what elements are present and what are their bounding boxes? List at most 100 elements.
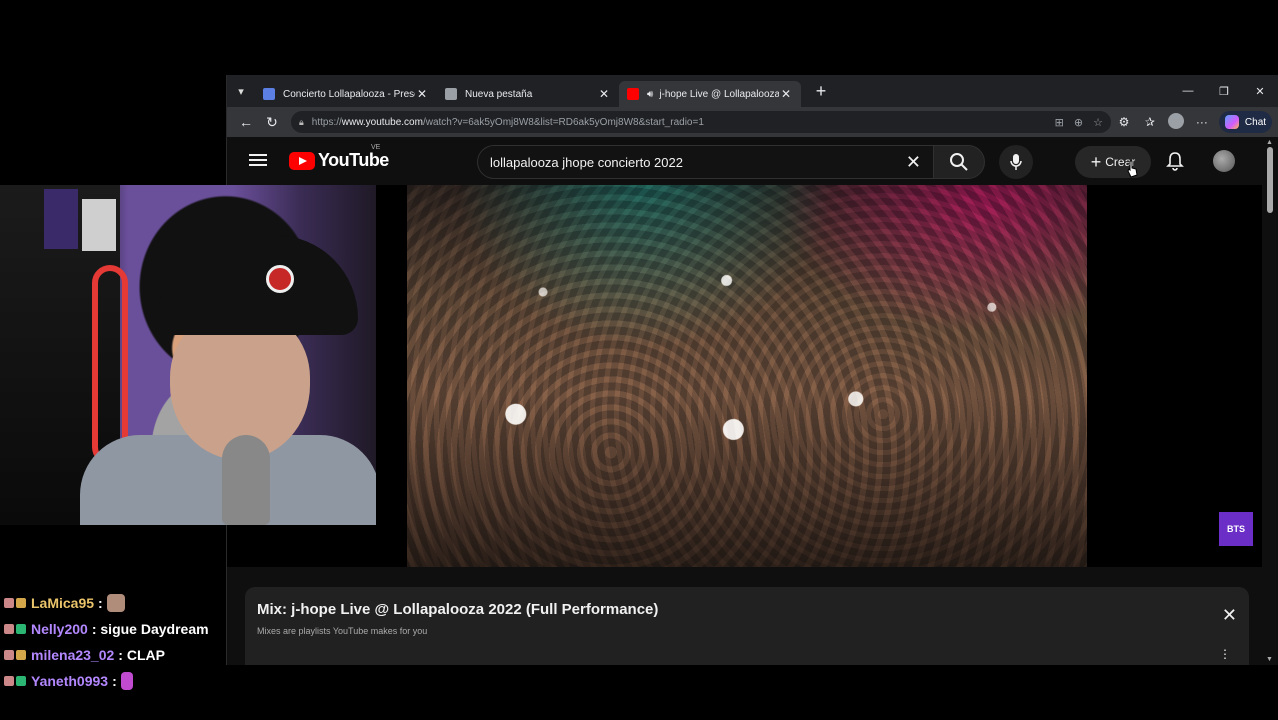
search-query: lollapalooza jhope concierto 2022 [490,154,683,170]
page-favicon-icon [263,88,275,100]
more-vertical-icon[interactable]: ⋮ [1219,647,1231,661]
poster [44,189,78,249]
badge-icon [16,598,26,608]
chat-username: LaMica95 [31,595,95,611]
country-code: VE [371,144,381,151]
poster [82,199,116,251]
close-tab-icon[interactable]: ✕ [415,87,429,101]
badge-icon [4,598,14,608]
address-bar[interactable]: 🔒︎ https://www.youtube.com/watch?v=6ak5y… [290,111,1111,133]
microphone-icon [1010,154,1022,170]
mix-playlist-panel: Mix: j-hope Live @ Lollapalooza 2022 (Fu… [245,587,1249,665]
streamer-cap [158,235,358,335]
search-button[interactable] [933,145,985,179]
chat-message: Yaneth0993 : [4,668,224,694]
notifications-bell-icon[interactable] [1163,149,1187,173]
page-scrollbar[interactable]: ▲ ▼ [1262,137,1278,665]
close-tab-icon[interactable]: ✕ [779,87,793,101]
user-badges [4,676,28,686]
clear-search-icon[interactable]: ✕ [906,152,921,173]
youtube-play-icon [289,151,315,170]
search-icon [950,153,968,171]
chat-separator: : [91,621,97,637]
user-badges [4,650,28,660]
back-arrow-icon[interactable]: ← [233,109,259,135]
more-menu-icon[interactable]: ··· [1189,115,1215,129]
voice-search-button[interactable] [999,145,1033,179]
copilot-chat-button[interactable]: Chat [1218,111,1273,133]
badge-icon [4,676,14,686]
chat-username: Nelly200 [31,621,88,637]
restore-icon[interactable]: ❐ [1206,75,1242,107]
new-tab-button[interactable]: + [807,81,835,102]
tab-title: Nueva pestaña [465,88,533,100]
logo-text: YouTube [318,150,389,170]
profile-icon[interactable] [1163,112,1189,132]
chat-text: sigue Daydream [100,621,209,637]
cat-emote-icon [106,594,125,612]
badge-icon [16,676,26,686]
mix-title[interactable]: Mix: j-hope Live @ Lollapalooza 2022 (Fu… [257,601,658,618]
cap-logo [266,265,294,293]
chat-label: Chat [1244,116,1267,128]
reload-icon[interactable]: ↻ [259,109,285,135]
url-path: /watch?v=6ak5yOmj8W8&list=RD6ak5yOmj8W8&… [422,116,704,128]
menu-hamburger-icon[interactable] [249,151,267,171]
tab-title: Concierto Lollapalooza - Presenta [283,88,415,100]
channel-watermark[interactable]: BTS [1219,512,1253,546]
stream-chat: LaMica95 : Nelly200 : sigue Daydream mil… [4,590,224,694]
url-scheme: https:// [311,116,342,128]
hand-cursor-icon [1127,160,1138,178]
speaker-icon[interactable]: 🔊︎ [647,89,653,100]
chat-username: milena23_02 [31,647,115,663]
close-window-icon[interactable]: ✕ [1242,75,1278,107]
favorite-star-icon[interactable]: ☆ [1093,116,1103,129]
tab-search-chevron-icon[interactable]: ▾ [227,75,255,107]
badge-icon [4,624,14,634]
create-button[interactable]: + Crear [1075,146,1151,178]
badge-icon [16,650,26,660]
guitar-emote-icon [120,672,133,690]
tab-strip: ▾ Concierto Lollapalooza - Presenta ✕ Nu… [227,75,1278,107]
new-tab-favicon-icon [445,88,457,100]
chat-separator: : [98,595,103,611]
youtube-logo[interactable]: YouTube VE [289,144,389,171]
url-domain: www.youtube.com [341,116,423,128]
scroll-up-icon[interactable]: ▲ [1266,139,1273,146]
url-text: https://www.youtube.com/watch?v=6ak5yOmj… [312,117,1045,128]
stream-layout: ▾ Concierto Lollapalooza - Presenta ✕ Nu… [0,0,1278,720]
chat-separator: : [112,673,117,689]
tab-title: j-hope Live @ Lollapalooza 20 [659,88,779,100]
site-info-icon[interactable]: 🔒︎ [299,117,304,128]
webcam-feed [0,185,376,525]
plus-icon: + [1090,151,1102,172]
favorites-icon[interactable]: ✰ [1137,115,1163,129]
browser-window: ▾ Concierto Lollapalooza - Presenta ✕ Nu… [226,75,1278,665]
search-input[interactable]: lollapalooza jhope concierto 2022 ✕ [477,145,933,179]
scroll-down-icon[interactable]: ▼ [1266,656,1273,663]
close-tab-icon[interactable]: ✕ [597,87,611,101]
chat-text: CLAP [126,647,165,663]
concert-video-frame[interactable] [407,185,1087,567]
mix-subtitle: Mixes are playlists YouTube makes for yo… [257,626,428,636]
account-avatar[interactable] [1213,150,1235,172]
app-available-icon[interactable]: ⊞ [1055,116,1064,129]
tab-jhope-live[interactable]: 🔊︎ j-hope Live @ Lollapalooza 20 ✕ [619,81,801,107]
zoom-icon[interactable]: ⊕ [1074,116,1083,129]
close-icon[interactable]: ✕ [1222,605,1237,626]
user-badges [4,624,28,634]
gaming-chair [92,265,128,465]
copilot-icon [1224,115,1239,129]
minimize-icon[interactable]: — [1170,75,1206,107]
youtube-favicon-icon [627,88,639,100]
scroll-thumb[interactable] [1267,147,1273,213]
chat-username: Yaneth0993 [31,673,109,689]
chat-separator: : [118,647,123,663]
tab-nueva-pestana[interactable]: Nueva pestaña ✕ [437,81,619,107]
chat-message: Nelly200 : sigue Daydream [4,616,224,642]
badge-icon [4,650,14,660]
extensions-icon[interactable]: ⚙ [1111,115,1137,129]
tab-concierto[interactable]: Concierto Lollapalooza - Presenta ✕ [255,81,437,107]
video-player[interactable]: BTS [227,185,1263,567]
window-controls: — ❐ ✕ [1170,75,1278,107]
